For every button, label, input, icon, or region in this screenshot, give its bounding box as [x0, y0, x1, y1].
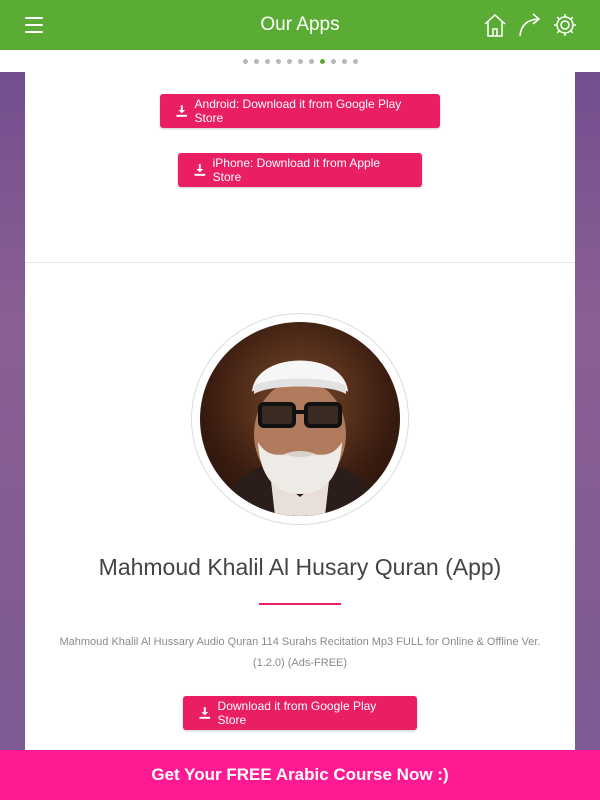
- home-icon[interactable]: [482, 11, 508, 39]
- download-icon: [194, 164, 206, 176]
- page-dot[interactable]: [341, 58, 347, 64]
- page-dot[interactable]: [275, 58, 281, 64]
- top-app-bar: Our Apps: [0, 0, 600, 50]
- app-description: Mahmoud Khalil Al Hussary Audio Quran 11…: [59, 636, 541, 669]
- header-actions: [482, 11, 578, 39]
- download-icon: [199, 707, 211, 719]
- page-dot[interactable]: [330, 58, 336, 64]
- hamburger-menu-icon[interactable]: [25, 17, 43, 33]
- share-icon[interactable]: [517, 11, 543, 39]
- page-dot[interactable]: [286, 58, 292, 64]
- page-dot[interactable]: [352, 58, 358, 64]
- page-dot[interactable]: [242, 58, 248, 64]
- page-dot[interactable]: [319, 58, 325, 64]
- android-download-label: Android: Download it from Google Play St…: [194, 97, 402, 125]
- android-download-button[interactable]: Android: Download it from Google Play St…: [160, 94, 440, 128]
- app-avatar: [200, 322, 400, 516]
- download-icon: [176, 105, 188, 117]
- google-play-download-label: Download it from Google Play Store: [217, 699, 377, 727]
- free-course-banner[interactable]: Get Your FREE Arabic Course Now :): [0, 750, 600, 800]
- banner-text: Get Your FREE Arabic Course Now :): [151, 765, 449, 784]
- page-dot[interactable]: [253, 58, 259, 64]
- iphone-download-button[interactable]: iPhone: Download it from Apple Store: [178, 153, 422, 187]
- iphone-download-label: iPhone: Download it from Apple Store: [212, 156, 381, 184]
- apps-list: Android: Download it from Google Play St…: [25, 72, 575, 750]
- app-title: Mahmoud Khalil Al Husary Quran (App): [98, 554, 502, 580]
- page-title: Our Apps: [260, 14, 340, 35]
- page-dot[interactable]: [264, 58, 270, 64]
- page-dot[interactable]: [308, 58, 314, 64]
- page-dot[interactable]: [297, 58, 303, 64]
- google-play-download-button[interactable]: Download it from Google Play Store: [183, 696, 417, 730]
- page-indicator: [0, 50, 600, 72]
- card-divider: [25, 262, 575, 263]
- title-underline: [259, 603, 341, 605]
- settings-icon[interactable]: [552, 11, 578, 39]
- app-avatar-frame: [191, 313, 409, 525]
